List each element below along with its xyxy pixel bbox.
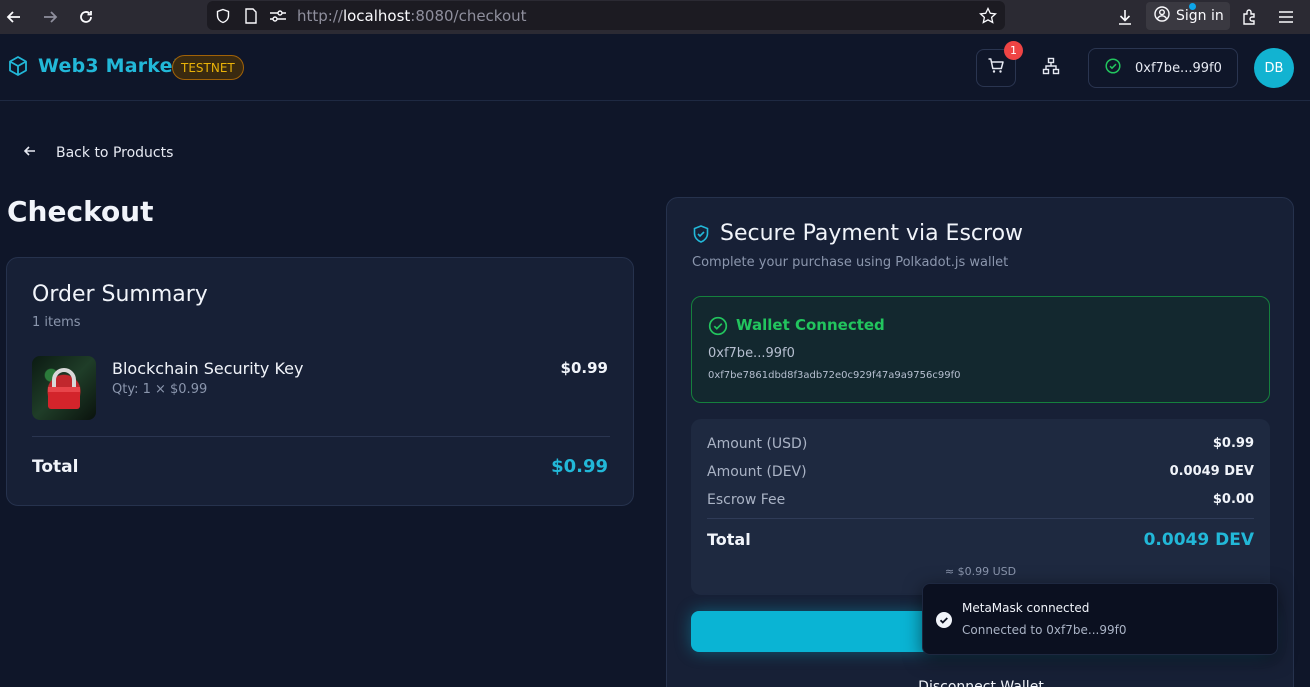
divider [32,436,610,437]
bookmark-star-icon[interactable] [979,7,997,25]
account-icon [1154,6,1170,26]
cart-icon [987,57,1005,79]
divider [707,518,1254,519]
order-summary-card: Order Summary 1 items Blockchain Securit… [6,257,634,506]
order-total-label: Total [32,457,79,477]
escrow-total-value: 0.0049 DEV [1143,530,1254,550]
amount-value: 0.0049 DEV [1169,464,1254,479]
product-name: Blockchain Security Key [112,359,304,378]
reload-icon[interactable] [74,5,98,29]
wallet-address: 0xf7be...99f0 [1135,60,1222,76]
back-label: Back to Products [56,145,174,161]
back-arrow-icon[interactable] [2,5,26,29]
cube-icon [7,55,29,77]
app-header: Web3 Market TESTNET 1 0xf7be...99f0 DB [0,34,1310,101]
url-host: localhost [342,6,411,25]
notification-dot [1189,3,1196,10]
amount-row: Amount (USD) $0.99 [707,436,1254,452]
product-quantity: Qty: 1 × $0.99 [112,382,208,397]
address-bar[interactable]: http://localhost:8080/checkout [207,1,1005,30]
page-title: Checkout [7,195,154,228]
browser-toolbar: http://localhost:8080/checkout Sign in [0,0,1310,34]
brand-name[interactable]: Web3 Market [38,55,182,77]
escrow-subtitle: Complete your purchase using Polkadot.js… [692,255,1009,270]
toast-notification: MetaMask connected Connected to 0xf7be..… [922,583,1278,655]
escrow-total-label: Total [707,530,751,549]
wallet-address-full: 0xf7be7861dbd8f3adb72e0c929f47a9a9756c99… [708,370,961,381]
escrow-title: Secure Payment via Escrow [720,221,1024,246]
extensions-icon[interactable] [1238,5,1262,29]
check-circle-icon [1105,58,1121,78]
check-circle-icon [708,316,728,336]
padlock-icon [48,368,80,409]
arrow-left-icon [22,143,38,163]
cart-count-badge: 1 [1004,41,1023,60]
amount-value: $0.00 [1212,492,1254,507]
toast-title: MetaMask connected [962,601,1090,615]
amount-row: Amount (DEV) 0.0049 DEV [707,464,1254,480]
wallet-status: Wallet Connected [736,316,885,334]
amount-breakdown: Amount (USD) $0.99 Amount (DEV) 0.0049 D… [691,419,1270,595]
disconnect-wallet-button[interactable]: Disconnect Wallet [667,679,1295,687]
shield-icon[interactable] [214,7,232,25]
network-button[interactable] [1036,53,1066,83]
toast-message: Connected to 0xf7be...99f0 [962,623,1127,637]
amount-label: Amount (USD) [707,436,808,452]
amount-row: Escrow Fee $0.00 [707,492,1254,508]
network-badge: TESTNET [172,55,244,80]
amount-value: $0.99 [1212,436,1254,451]
download-icon[interactable] [1113,5,1137,29]
amount-label: Amount (DEV) [707,464,807,480]
wallet-address-short: 0xf7be...99f0 [708,346,795,361]
sign-in-label: Sign in [1176,8,1224,24]
order-item-count: 1 items [32,315,81,330]
menu-hamburger-icon[interactable] [1274,5,1298,29]
check-circle-icon [935,611,953,629]
url-scheme: http:// [297,6,343,25]
back-to-products-link[interactable]: Back to Products [22,140,173,166]
order-total-value: $0.99 [551,456,608,477]
escrow-total-usd: ≈ $0.99 USD [944,565,1017,578]
product-image [32,356,96,420]
url-path: :8080/checkout [410,6,527,25]
site-permissions-icon[interactable] [269,7,287,25]
url-text[interactable]: http://localhost:8080/checkout [297,7,527,25]
amount-label: Escrow Fee [707,492,786,508]
wallet-button[interactable]: 0xf7be...99f0 [1088,48,1238,88]
page-icon[interactable] [242,7,260,25]
shield-check-icon [691,224,711,244]
network-icon [1042,57,1060,79]
forward-arrow-icon[interactable] [38,5,62,29]
order-summary-title: Order Summary [32,282,208,307]
sign-in-button[interactable]: Sign in [1146,2,1230,30]
wallet-connected-panel: Wallet Connected 0xf7be...99f0 0xf7be786… [691,296,1270,403]
avatar[interactable]: DB [1254,48,1294,88]
product-price: $0.99 [560,359,608,377]
